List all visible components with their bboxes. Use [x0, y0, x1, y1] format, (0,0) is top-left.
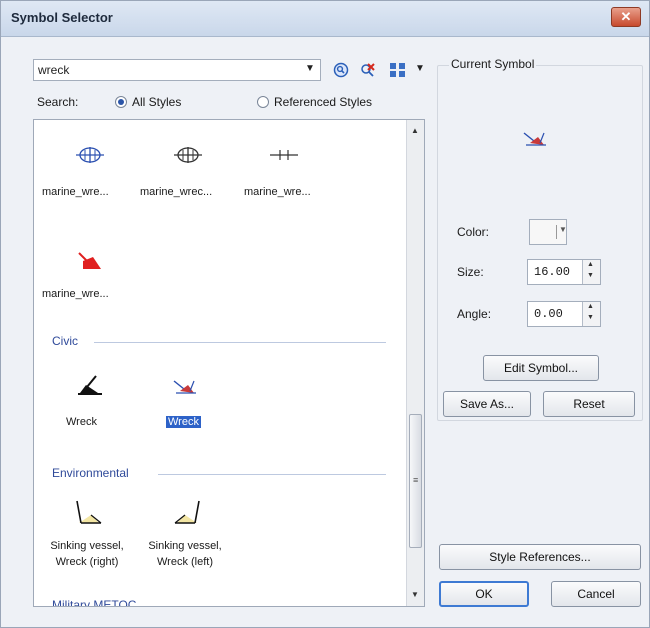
marine-wreck-red-symbol[interactable] — [74, 248, 106, 272]
scroll-down-arrow-icon[interactable]: ▼ — [411, 590, 419, 599]
vertical-scrollbar[interactable]: ▲ ≡ ▼ — [406, 120, 424, 606]
color-dropdown-arrow-icon[interactable]: ▼ — [559, 225, 567, 234]
sinking-vessel-left-symbol[interactable] — [170, 496, 204, 528]
title-bar[interactable]: Symbol Selector ✕ — [1, 1, 649, 37]
size-label: Size: — [457, 265, 484, 279]
symbol-label[interactable]: Wreck (right) — [40, 556, 134, 568]
spin-down-icon[interactable]: ▼ — [587, 314, 594, 321]
marine-wreck-symbol-3[interactable] — [268, 144, 300, 166]
symbol-label[interactable]: marine_wre... — [42, 288, 109, 300]
symbol-label[interactable]: marine_wrec... — [140, 186, 212, 198]
edit-symbol-button[interactable]: Edit Symbol... — [483, 355, 599, 381]
all-styles-radio[interactable]: All Styles — [115, 95, 181, 109]
color-label: Color: — [457, 225, 490, 239]
marine-wreck-symbol-2[interactable] — [172, 144, 204, 166]
symbol-label[interactable]: marine_wre... — [244, 186, 311, 198]
sinking-vessel-right-symbol[interactable] — [72, 496, 106, 528]
size-spin-buttons[interactable]: ▲ ▼ — [582, 260, 600, 284]
scroll-up-arrow-icon[interactable]: ▲ — [411, 126, 419, 135]
view-options-icon[interactable] — [387, 61, 409, 79]
angle-value[interactable]: 0.00 — [534, 307, 563, 321]
symbol-label[interactable]: Sinking vessel, — [138, 540, 232, 552]
angle-spin-buttons[interactable]: ▲ ▼ — [582, 302, 600, 326]
angle-label: Angle: — [457, 307, 492, 321]
selected-symbol-label[interactable]: Wreck — [166, 416, 201, 428]
search-icon[interactable] — [331, 61, 351, 79]
spin-up-icon[interactable]: ▲ — [587, 303, 594, 310]
wreck-color-symbol[interactable] — [170, 374, 202, 398]
radio-selected-icon — [115, 96, 127, 108]
size-value[interactable]: 16.00 — [534, 265, 570, 279]
size-spinner[interactable]: 16.00 ▲ ▼ — [527, 259, 601, 285]
color-picker-divider — [556, 225, 557, 239]
all-styles-label: All Styles — [132, 95, 182, 109]
angle-spinner[interactable]: 0.00 ▲ ▼ — [527, 301, 601, 327]
symbol-label[interactable]: Wreck — [66, 416, 97, 428]
ok-button[interactable]: OK — [439, 581, 529, 607]
category-header-civic: Civic — [52, 334, 78, 348]
dropdown-arrow-icon[interactable]: ▼ — [305, 63, 315, 74]
window-title: Symbol Selector — [11, 10, 113, 25]
referenced-styles-radio[interactable]: Referenced Styles — [257, 95, 372, 109]
symbol-results-list[interactable]: marine_wre... marine_wrec... marine_wre.… — [33, 119, 425, 607]
current-symbol-title: Current Symbol — [449, 57, 537, 71]
reset-button[interactable]: Reset — [543, 391, 635, 417]
clear-search-icon[interactable] — [357, 61, 377, 79]
radio-unselected-icon — [257, 96, 269, 108]
grip-icon: ≡ — [413, 475, 419, 485]
symbol-label[interactable]: Wreck (left) — [138, 556, 232, 568]
category-header-military-metoc: Military METOC — [52, 598, 137, 607]
wreck-black-symbol[interactable] — [74, 372, 106, 398]
symbol-label[interactable]: Sinking vessel, — [40, 540, 134, 552]
save-as-button[interactable]: Save As... — [443, 391, 531, 417]
search-input[interactable]: wreck — [33, 59, 321, 81]
current-symbol-preview — [521, 127, 551, 149]
referenced-styles-label: Referenced Styles — [274, 95, 373, 109]
scrollbar-thumb[interactable]: ≡ — [409, 414, 422, 548]
category-divider — [158, 474, 386, 475]
view-dropdown-arrow-icon[interactable]: ▼ — [415, 63, 425, 74]
style-references-button[interactable]: Style References... — [439, 544, 641, 570]
spin-down-icon[interactable]: ▼ — [587, 272, 594, 279]
spin-up-icon[interactable]: ▲ — [587, 261, 594, 268]
symbol-selector-dialog: Symbol Selector ✕ wreck ▼ ▼ Search: All … — [0, 0, 650, 628]
marine-wreck-symbol-1[interactable] — [74, 144, 106, 166]
close-button[interactable]: ✕ — [611, 7, 641, 27]
cancel-button[interactable]: Cancel — [551, 581, 641, 607]
symbol-label[interactable]: marine_wre... — [42, 186, 109, 198]
category-header-environmental: Environmental — [52, 466, 129, 480]
category-divider — [94, 342, 386, 343]
search-scope-label: Search: — [37, 95, 79, 109]
